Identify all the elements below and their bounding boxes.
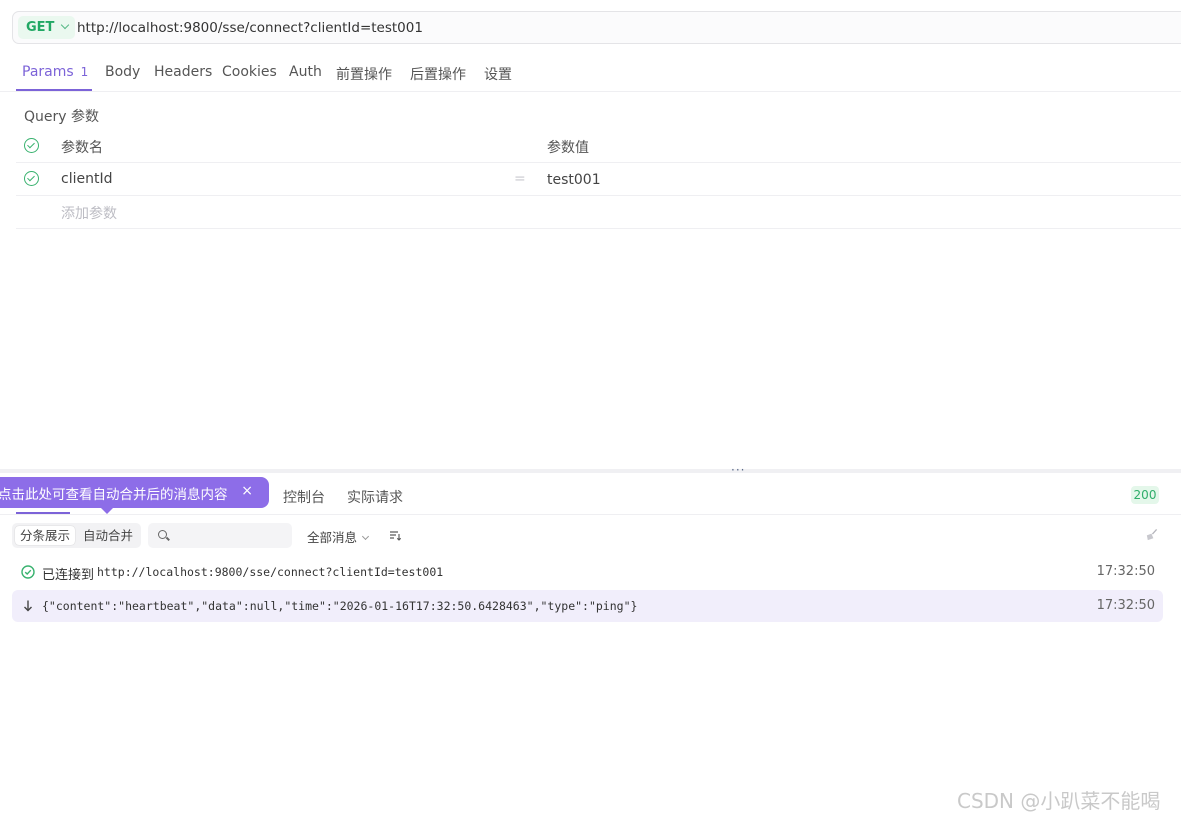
sort-icon[interactable] (389, 529, 401, 541)
panel-splitter[interactable] (0, 469, 1181, 473)
arrow-down-icon (24, 600, 32, 612)
request-tabs: Params 1 Body Headers Cookies Auth 前置操作 后… (0, 52, 1181, 92)
tab-body[interactable]: Body (105, 64, 140, 80)
connected-url: http://localhost:9800/sse/connect?client… (97, 565, 444, 579)
tab-auth[interactable]: Auth (289, 64, 322, 80)
clear-messages-icon[interactable] (1145, 528, 1158, 541)
tab-params-label: Params (22, 64, 74, 80)
divider (16, 162, 1181, 163)
tab-post-operations[interactable]: 后置操作 (410, 64, 466, 84)
method-label: GET (26, 20, 55, 35)
params-count-badge: 1 (80, 65, 89, 79)
filter-label: 全部消息 (307, 530, 358, 545)
param-value-header: 参数值 (547, 140, 589, 156)
merge-hint-tooltip[interactable]: 点击此处可查看自动合并后的消息内容 × (0, 477, 269, 514)
tooltip-text: 点击此处可查看自动合并后的消息内容 (0, 486, 228, 503)
chevron-down-icon (60, 20, 70, 30)
select-all-checkbox[interactable] (24, 138, 39, 153)
view-mode-split-button[interactable]: 分条展示 (15, 526, 75, 545)
view-mode-toggle: 分条展示 自动合并 (12, 523, 141, 548)
tab-console[interactable]: 控制台 (283, 487, 325, 507)
param-name-header: 参数名 (61, 140, 103, 156)
url-input[interactable]: http://localhost:9800/sse/connect?client… (77, 20, 423, 36)
message-row-connected[interactable]: 已连接到 http://localhost:9800/sse/connect?c… (12, 556, 1163, 588)
message-time: 17:32:50 (1096, 564, 1155, 579)
url-bar[interactable]: GET http://localhost:9800/sse/connect?cl… (12, 11, 1181, 44)
drag-handle-icon[interactable]: ··· (731, 464, 745, 476)
tab-cookies[interactable]: Cookies (222, 64, 277, 80)
tab-params[interactable]: Params 1 (22, 64, 88, 80)
tab-headers[interactable]: Headers (154, 64, 212, 80)
active-tab-indicator (16, 89, 92, 91)
check-circle-icon (21, 565, 35, 579)
param-value-input[interactable]: test001 (547, 172, 601, 188)
method-select[interactable]: GET (18, 16, 75, 39)
close-icon[interactable]: × (241, 483, 253, 499)
view-mode-merge-button[interactable]: 自动合并 (78, 526, 138, 545)
message-search-input[interactable] (148, 523, 292, 548)
message-row-received[interactable]: {"content":"heartbeat","data":null,"time… (12, 590, 1163, 622)
divider (16, 228, 1181, 229)
divider (0, 514, 1181, 515)
status-badge: 200 (1131, 486, 1159, 504)
tab-settings[interactable]: 设置 (484, 64, 512, 84)
message-content: {"content":"heartbeat","data":null,"time… (42, 599, 638, 613)
param-row-checkbox[interactable] (24, 171, 39, 186)
watermark: CSDN @小趴菜不能喝 (957, 789, 1161, 813)
divider (16, 195, 1181, 196)
query-params-title: Query 参数 (24, 109, 99, 125)
tab-pre-operations[interactable]: 前置操作 (336, 64, 392, 84)
param-name-input[interactable]: clientId (61, 171, 112, 187)
message-filter-select[interactable]: 全部消息 (307, 527, 370, 546)
chevron-down-icon (361, 532, 370, 541)
search-icon (158, 530, 167, 539)
equals-sign: = (514, 171, 526, 187)
message-time: 17:32:50 (1096, 598, 1155, 613)
tab-actual-request[interactable]: 实际请求 (347, 487, 403, 507)
connected-label: 已连接到 (42, 568, 95, 583)
add-param-input[interactable]: 添加参数 (61, 203, 117, 223)
